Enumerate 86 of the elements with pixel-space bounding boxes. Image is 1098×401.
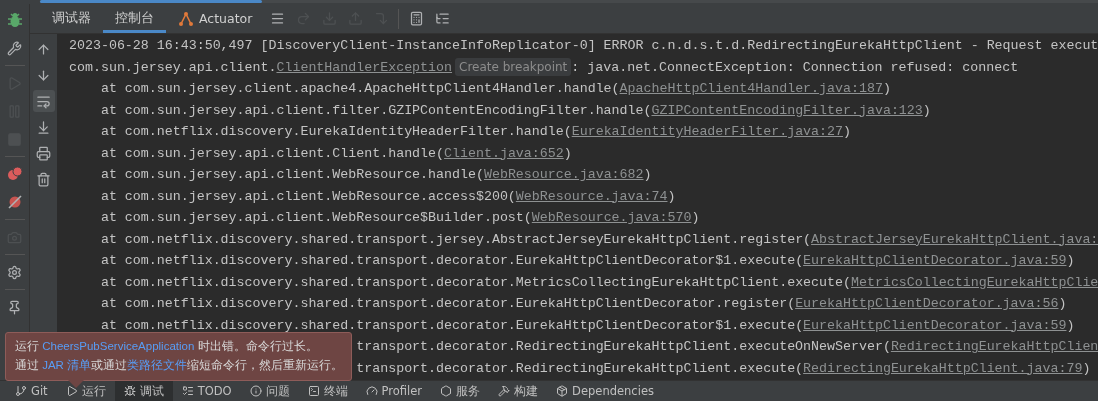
console-text: at com.netflix.discovery.EurekaIdentityHeaderFilter.handle( (99, 123, 572, 141)
console-text: at com.netflix.discovery.shared.transport.decorator.EurekaHttpClientDecorator$1.execute( (99, 252, 804, 270)
tool-window-tab[interactable]: Profiler (356, 381, 432, 401)
source-link[interactable]: WebResource.java:682 (483, 164, 644, 186)
source-link[interactable]: ApacheHttpClient4Handler.java:187 (619, 78, 883, 100)
source-link[interactable]: ClientHandlerException (276, 56, 453, 78)
source-link[interactable]: MetricsCollectingEurekaHttpClie (851, 271, 1098, 293)
error-message: 通过 JAR 清单或通过类路径文件缩短命令行，然后重新运行。 (15, 358, 344, 373)
source-link[interactable]: EurekaHttpClientDecorator.java:59 (803, 314, 1067, 336)
console-text: transport.decorator.RedirectingEurekaHttpClient.execute( (356, 359, 804, 378)
breakpoints-icon (6, 166, 23, 182)
source-link[interactable]: Client.java:652 (444, 142, 564, 164)
gauge-icon (365, 385, 378, 397)
source-link[interactable]: GZIPContentEncodingFilter.java:123 (651, 99, 923, 121)
calculator-icon (408, 11, 424, 26)
console-text: at com.netflix.discovery.shared.transport.jersey.AbstractJerseyEurekaHttpClient.register( (99, 230, 812, 249)
console-text: ) (643, 166, 652, 184)
settings-icon (7, 264, 22, 280)
list-icon (434, 11, 450, 26)
tool-window-tab[interactable]: 问题 (240, 381, 299, 401)
tool-window-tab[interactable]: 构建 (489, 381, 548, 401)
pin-icon (7, 299, 22, 315)
actuator-icon (178, 10, 194, 27)
console-text: at com.sun.jersey.api.client.Client.handle( (99, 144, 445, 163)
source-link[interactable]: RedirectingEurekaHttpClient.java:79 (803, 357, 1083, 379)
source-link[interactable]: WebResource.java:570 (531, 207, 692, 229)
console-text: at com.netflix.discovery.shared.transport.decorator.EurekaHttpClientDecorator.register( (99, 295, 796, 313)
console-text: at com.sun.jersey.api.client.WebResource.access$200( (99, 187, 516, 206)
popup-link[interactable]: CheersPubServiceApplication (42, 340, 195, 352)
play-icon (65, 385, 78, 397)
source-link[interactable]: AbstractJerseyEurekaHttpClient.java: (811, 228, 1098, 250)
console-text: ) (922, 101, 931, 120)
package-icon (556, 385, 569, 397)
info-icon (249, 385, 262, 397)
scroll-to-end-icon (36, 119, 51, 135)
console-text: : java.net.ConnectException: Connection refused: connect (571, 58, 1019, 77)
console-text: at com.sun.jersey.client.apache4.ApacheHttpClient4Handler.handle( (99, 80, 620, 98)
wrench-icon (7, 40, 22, 56)
tool-window-tab[interactable]: 调试 (114, 381, 173, 401)
console-text: ) (563, 144, 572, 163)
console-text: ) (667, 187, 676, 206)
menu-icon (269, 11, 285, 26)
console-text: ) (1058, 295, 1067, 313)
console-text: ) (1082, 359, 1091, 378)
tool-window-tab[interactable]: 运行 (56, 381, 115, 401)
console-text: at com.sun.jersey.api.client.WebResource$Builder.post( (99, 209, 532, 227)
mute-breakpoints-icon (6, 194, 23, 210)
console-text: com.sun.jersey.api.client. (69, 58, 277, 77)
console-text: at com.netflix.discovery.shared.transport.decorator.MetricsCollectingEurekaHttpClient.execute( (99, 273, 851, 292)
popup-link[interactable]: JAR 清单 (42, 359, 92, 371)
soft-wrap-icon (36, 93, 51, 109)
console-text: at com.netflix.discovery.shared.transport.decorator.EurekaHttpClientDecorator$1.execute( (99, 316, 804, 335)
source-link[interactable]: EurekaHttpClientDecorator.java:59 (803, 250, 1067, 272)
hexagon-icon (440, 385, 453, 397)
create-breakpoint-hint[interactable]: Create breakpoint (455, 58, 572, 77)
hammer-icon (498, 385, 511, 397)
console-text: ) (1066, 252, 1075, 270)
error-message: 运行 CheersPubServiceApplication 时出错。命令行过长。 (15, 339, 319, 354)
tab[interactable]: Actuator (166, 4, 265, 33)
arrow-down-icon (36, 67, 51, 83)
bug-icon[interactable] (5, 11, 24, 29)
terminal-icon (307, 385, 320, 397)
source-link[interactable]: RedirectingEurekaHttpClien (890, 336, 1098, 358)
console-text: ) (843, 123, 851, 141)
tool-window-tab[interactable]: Dependencies (547, 381, 663, 401)
source-link[interactable]: EurekaIdentityHeaderFilter.java:27 (571, 121, 844, 143)
branch-icon (15, 385, 27, 397)
tab[interactable]: 调试器 (40, 4, 103, 33)
console-text: transport.decorator.RedirectingEurekaHttpClient.executeOnNewServer( (356, 338, 891, 356)
tool-window-tab[interactable]: 服务 (431, 381, 490, 401)
console-text: at com.sun.jersey.api.client.filter.GZIPContentEncodingFilter.handle( (99, 101, 652, 120)
console-text: ) (691, 209, 700, 227)
console-text: ) (882, 80, 891, 98)
console-text: at com.sun.jersey.api.client.WebResource.handle( (99, 166, 484, 184)
tool-window-tab[interactable]: 终端 (298, 381, 357, 401)
trash-icon (36, 171, 51, 187)
tool-window-tab[interactable]: Git (6, 381, 57, 401)
print-icon (36, 145, 51, 161)
source-link[interactable]: EurekaHttpClientDecorator.java:56 (795, 293, 1059, 315)
tool-window-tab[interactable]: TODO (172, 381, 241, 401)
bug-icon (123, 385, 136, 397)
source-link[interactable]: WebResource.java:74 (515, 185, 668, 207)
popup-link[interactable]: 类路径文件 (127, 359, 188, 371)
list-icon (181, 385, 194, 397)
console-text: ) (1066, 316, 1075, 335)
console-text: 2023-06-28 16:43:50,497 [DiscoveryClient-InstanceInfoReplicator-0] ERROR c.n.d.s.t.d.RedirectingEurekaHttpClient - Request execut (69, 37, 1098, 55)
